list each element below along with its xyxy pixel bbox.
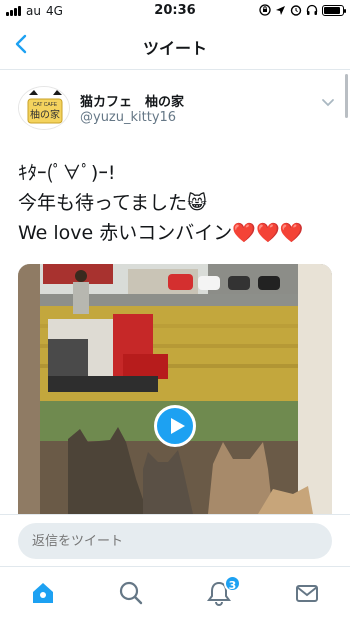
avatar-logo-text: CAT CAFE <box>33 102 58 108</box>
battery-icon <box>322 4 346 16</box>
location-icon <box>276 5 285 15</box>
headphones-icon <box>306 4 318 15</box>
chevron-down-icon[interactable] <box>320 94 336 110</box>
svg-text:柚の家: 柚の家 <box>30 108 60 121</box>
play-button[interactable] <box>154 405 196 447</box>
reply-input[interactable] <box>18 523 332 559</box>
reply-bar <box>0 514 350 566</box>
status-bar: au 4G 20:36 <box>0 0 350 22</box>
tweet-line-2: 今年も待ってました😸 <box>18 192 207 214</box>
screen-lock-icon <box>259 4 271 16</box>
navigation-bar: ツイート <box>0 22 350 70</box>
messages-envelope-icon[interactable] <box>293 579 321 607</box>
home-icon[interactable] <box>29 579 57 607</box>
hearts-emoji: ❤️❤️❤️ <box>232 222 304 244</box>
tweet-line-3: We love 赤いコンバイン <box>18 222 233 244</box>
avatar[interactable]: CAT CAFE 柚の家 <box>18 86 70 130</box>
tweet-line-1: ｷﾀｰ(ﾟ∀ﾟ)ｰ! <box>18 162 116 184</box>
user-handle[interactable]: @yuzu_kitty16 <box>80 110 176 125</box>
page-title: ツイート <box>142 39 207 58</box>
alarm-icon <box>290 5 302 16</box>
tweet-body: ｷﾀｰ(ﾟ∀ﾟ)ｰ! 今年も待ってました😸 We love 赤いコンバイン❤️❤… <box>18 158 338 248</box>
tweet-header: CAT CAFE 柚の家 猫カフェ 柚の家 @yuzu_kitty16 <box>0 82 350 132</box>
user-name[interactable]: 猫カフェ 柚の家 <box>80 91 184 110</box>
tab-bar: 3 <box>0 566 350 621</box>
notifications-badge: 3 <box>224 575 241 592</box>
tweet-video[interactable] <box>18 264 332 514</box>
video-thumbnail <box>18 264 332 514</box>
search-icon[interactable] <box>117 579 145 607</box>
